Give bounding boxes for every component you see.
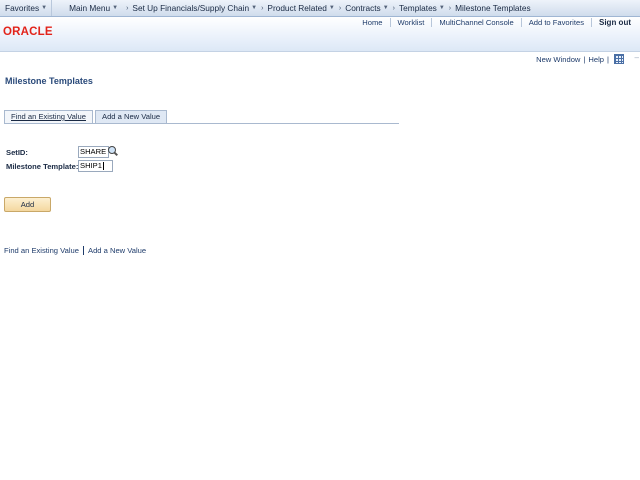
chevron-down-icon: ▼	[112, 5, 119, 11]
breadcrumb-separator-icon: ›	[448, 4, 452, 12]
main-menu-label: Main Menu	[69, 3, 111, 13]
breadcrumb-separator-icon: ›	[126, 4, 129, 12]
tab-add-new-value[interactable]: Add a New Value	[95, 110, 168, 123]
breadcrumb-label: Product Related	[267, 3, 327, 13]
breadcrumb-separator-icon: ›	[392, 4, 396, 12]
new-window-link[interactable]: New Window	[536, 55, 580, 64]
utility-links: New Window | Help |	[536, 54, 624, 64]
chevron-down-icon: ▼	[328, 5, 335, 11]
top-nav-bar: Favorites ▼ Main Menu ▼ › Set Up Financi…	[0, 0, 640, 17]
grid-icon[interactable]	[614, 54, 624, 64]
tab-label: Find an Existing Value	[11, 112, 86, 121]
milestone-template-label: Milestone Template:	[6, 162, 79, 171]
setid-label: SetID:	[6, 148, 28, 157]
help-link[interactable]: Help	[588, 55, 604, 64]
oracle-logo: ORACLE	[3, 26, 53, 38]
milestone-template-input[interactable]: SHIP1	[78, 160, 113, 172]
breadcrumb-label: Contracts	[345, 3, 381, 13]
breadcrumb-separator-icon: ›	[261, 4, 264, 12]
setid-input[interactable]: SHARE	[78, 146, 109, 158]
tab-find-existing-value[interactable]: Find an Existing Value	[4, 110, 93, 123]
add-button[interactable]: Add	[4, 197, 51, 212]
pipe-divider: |	[607, 54, 609, 64]
tab-divider	[4, 123, 399, 124]
breadcrumb-label: Set Up Financials/Supply Chain	[132, 3, 250, 13]
search-tabs: Find an Existing Value Add a New Value	[4, 110, 169, 123]
bottom-links: Find an Existing Value Add a New Value	[4, 246, 146, 255]
pipe-divider: |	[583, 54, 586, 64]
breadcrumb-label: Templates	[399, 3, 437, 13]
home-link[interactable]: Home	[355, 18, 389, 27]
milestone-template-value: SHIP1	[80, 161, 102, 170]
breadcrumb-product-related[interactable]: Product Related ▼	[267, 0, 334, 16]
chevron-down-icon: ▼	[382, 5, 389, 11]
multichannel-console-link[interactable]: MultiChannel Console	[431, 18, 520, 27]
header-links: Home Worklist MultiChannel Console Add t…	[355, 17, 631, 28]
breadcrumb-templates[interactable]: Templates ▼	[399, 0, 445, 16]
add-new-value-link[interactable]: Add a New Value	[88, 246, 146, 255]
chevron-down-icon: ▼	[438, 5, 445, 11]
chevron-down-icon: ▼	[251, 5, 258, 11]
toolbar-dash: –	[634, 53, 639, 62]
breadcrumb-milestone-templates[interactable]: Milestone Templates	[455, 0, 530, 16]
tab-label: Add a New Value	[102, 112, 161, 121]
page-header: ORACLE Home Worklist MultiChannel Consol…	[0, 17, 640, 52]
favorites-label: Favorites	[5, 3, 40, 13]
breadcrumb-contracts[interactable]: Contracts ▼	[345, 0, 388, 16]
chevron-down-icon: ▼	[41, 5, 48, 11]
pipe-divider	[83, 246, 84, 255]
main-menu[interactable]: Main Menu ▼	[52, 0, 122, 16]
breadcrumb-label: Milestone Templates	[455, 3, 531, 13]
magnifier-icon[interactable]	[108, 146, 116, 154]
breadcrumb-setup-financials[interactable]: Set Up Financials/Supply Chain ▼	[132, 0, 257, 16]
breadcrumb-separator-icon: ›	[338, 4, 342, 12]
favorites-menu[interactable]: Favorites ▼	[0, 0, 53, 16]
worklist-link[interactable]: Worklist	[389, 18, 432, 27]
sign-out-link[interactable]: Sign out	[591, 18, 631, 27]
text-cursor	[102, 162, 104, 170]
page-title: Milestone Templates	[5, 76, 93, 86]
add-to-favorites-link[interactable]: Add to Favorites	[520, 18, 591, 27]
find-existing-value-link[interactable]: Find an Existing Value	[4, 246, 79, 255]
